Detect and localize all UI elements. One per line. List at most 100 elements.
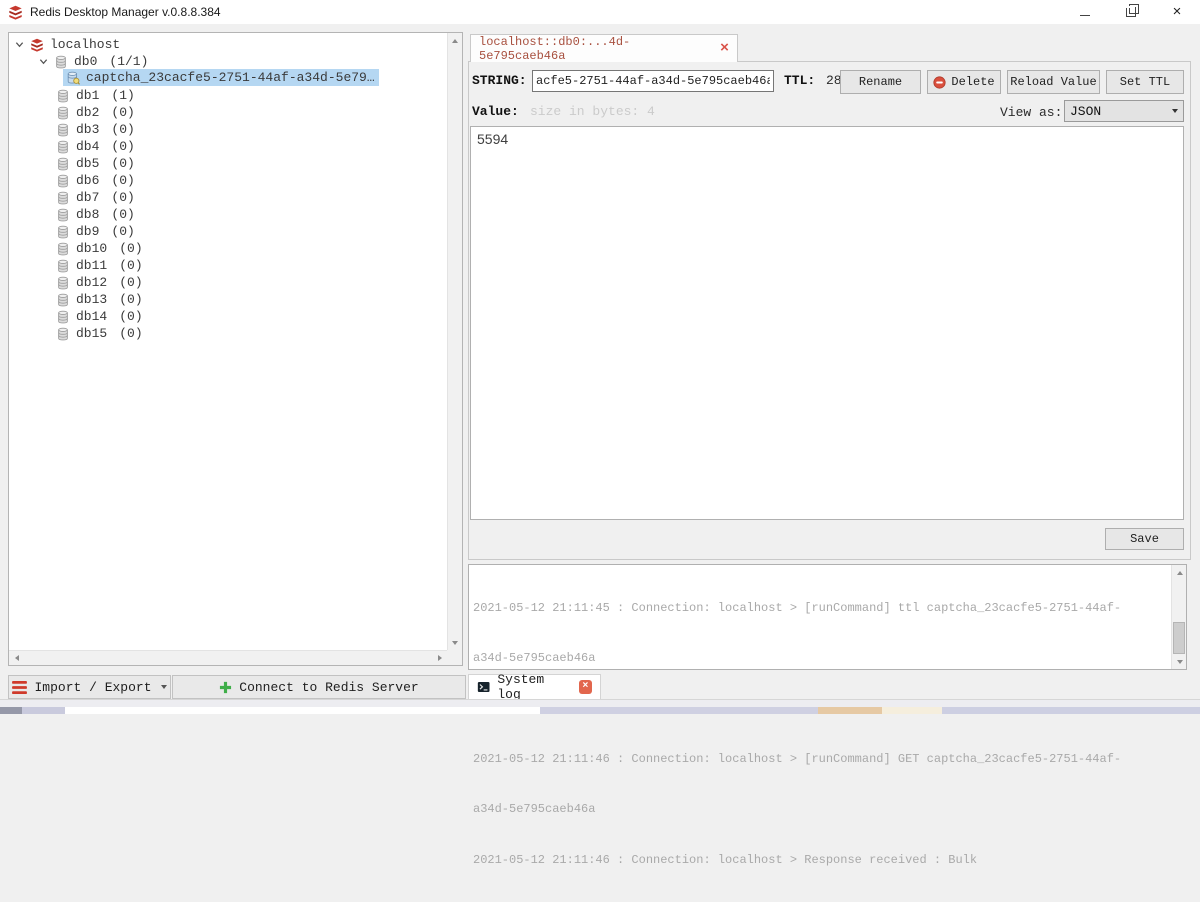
tree-node-db13[interactable]: db13 (0) <box>56 291 143 308</box>
key-type-label: STRING: <box>472 73 527 88</box>
value-label: Value: <box>472 104 519 119</box>
tree-node-label: db6 <box>76 173 100 188</box>
log-line: 2021-05-12 21:11:45 : Connection: localh… <box>473 600 1122 615</box>
view-as-select[interactable]: JSON <box>1064 100 1184 122</box>
key-tab[interactable]: localhost::db0:...4d-5e795caeb46a × <box>470 34 738 63</box>
close-icon: × <box>1172 3 1182 21</box>
tree-node-db9[interactable]: db9 (0) <box>56 223 135 240</box>
redis-server-icon <box>30 38 44 52</box>
restore-button[interactable] <box>1108 0 1154 24</box>
tree-node-label: db4 <box>76 139 100 154</box>
plus-icon <box>219 681 232 694</box>
tree-node-db5[interactable]: db5 (0) <box>56 155 135 172</box>
database-icon <box>56 259 70 273</box>
system-log-tab[interactable]: System log × <box>468 672 601 702</box>
scroll-up-button[interactable] <box>1172 565 1187 580</box>
tree-node-db6[interactable]: db6 (0) <box>56 172 135 189</box>
tree-node-db8[interactable]: db8 (0) <box>56 206 135 223</box>
save-button[interactable]: Save <box>1105 528 1184 550</box>
database-icon <box>56 208 70 222</box>
rename-button[interactable]: Rename <box>840 70 921 94</box>
selected-key-highlight[interactable]: captcha_23cacfe5-2751-44af-a34d-5e79… <box>63 69 379 86</box>
tree-node-db7[interactable]: db7 (0) <box>56 189 135 206</box>
set-ttl-button[interactable]: Set TTL <box>1106 70 1184 94</box>
scroll-down-button[interactable] <box>1172 654 1187 669</box>
tree-node-label: db8 <box>76 207 100 222</box>
window-titlebar: Redis Desktop Manager v.0.8.8.384 × <box>0 0 1200 24</box>
tree-node-count: (0) <box>119 258 143 273</box>
value-content: 5594 <box>477 131 509 147</box>
background-segment <box>0 707 22 714</box>
database-icon <box>56 327 70 341</box>
tree-node-count: (0) <box>119 275 143 290</box>
tree-node-label: db11 <box>76 258 108 273</box>
scroll-up-button[interactable] <box>448 33 463 48</box>
ttl-label: TTL: <box>784 73 816 88</box>
tree-node-localhost[interactable]: localhost <box>15 36 120 53</box>
minimize-button[interactable] <box>1062 0 1108 24</box>
tree-horizontal-scrollbar[interactable] <box>9 650 447 665</box>
connect-label: Connect to Redis Server <box>239 679 419 695</box>
tree-node-label: db7 <box>76 190 100 205</box>
database-icon <box>56 89 70 103</box>
tree-node-selected-key[interactable]: captcha_23cacfe5-2751-44af-a34d-5e79… <box>63 69 379 86</box>
database-icon <box>56 174 70 188</box>
tree-node-db11[interactable]: db11 (0) <box>56 257 143 274</box>
database-icon <box>56 140 70 154</box>
database-icon <box>56 276 70 290</box>
tree-node-db0[interactable]: db0 (1/1) <box>39 53 148 70</box>
log-vertical-scrollbar[interactable] <box>1171 565 1186 669</box>
tab-close-icon[interactable]: × <box>720 41 729 56</box>
tree-node-db14[interactable]: db14 (0) <box>56 308 143 325</box>
reload-value-button[interactable]: Reload Value <box>1007 70 1100 94</box>
scrollbar-thumb[interactable] <box>1173 622 1185 654</box>
delete-button[interactable]: Delete <box>927 70 1001 94</box>
tree-node-count: (0) <box>111 207 135 222</box>
database-icon <box>56 310 70 324</box>
window-title: Redis Desktop Manager v.0.8.8.384 <box>30 5 221 19</box>
redis-logo-icon <box>8 5 23 20</box>
tree-node-count: (0) <box>111 105 135 120</box>
arrow-right-icon <box>437 655 442 661</box>
tree-node-label: db12 <box>76 275 108 290</box>
tree-node-db3[interactable]: db3 (0) <box>56 121 135 138</box>
tree-node-label: localhost <box>50 37 121 52</box>
tree-node-label: db0 <box>74 54 98 69</box>
tree-node-db15[interactable]: db15 (0) <box>56 325 143 342</box>
tree-node-db12[interactable]: db12 (0) <box>56 274 143 291</box>
system-log-tab-label: System log <box>497 672 545 702</box>
view-as-selected-value: JSON <box>1070 103 1102 119</box>
key-tab-title: localhost::db0:...4d-5e795caeb46a <box>479 34 631 63</box>
system-log-close-icon[interactable]: × <box>578 680 593 694</box>
tree-node-count: (0) <box>111 173 135 188</box>
tree-node-db2[interactable]: db2 (0) <box>56 104 135 121</box>
scroll-left-button[interactable] <box>9 651 24 666</box>
rename-button-label: Rename <box>858 75 903 89</box>
chevron-down-icon[interactable] <box>39 57 48 66</box>
tree-node-db4[interactable]: db4 (0) <box>56 138 135 155</box>
tree-node-label: db3 <box>76 122 100 137</box>
value-editor-textarea[interactable]: 5594 <box>470 126 1184 520</box>
close-button[interactable]: × <box>1154 0 1200 24</box>
tree-node-count: (0) <box>111 139 135 154</box>
chevron-down-icon[interactable] <box>15 40 24 49</box>
minimize-icon <box>1080 14 1090 16</box>
key-name-input[interactable] <box>532 70 774 92</box>
system-log-text[interactable]: 2021-05-12 21:11:45 : Connection: localh… <box>473 566 1169 902</box>
key-icon <box>66 71 80 85</box>
background-desktop-strip <box>0 699 1200 707</box>
tree-node-count: (0) <box>119 309 143 324</box>
system-log-panel: 2021-05-12 21:11:45 : Connection: localh… <box>468 564 1187 867</box>
tree-node-label: db13 <box>76 292 108 307</box>
tree-node-db1[interactable]: db1 (1) <box>56 87 135 104</box>
scroll-right-button[interactable] <box>432 651 447 666</box>
database-icon <box>56 225 70 239</box>
tree-node-count: (0) <box>111 190 135 205</box>
delete-button-label: Delete <box>951 75 995 89</box>
database-icon <box>54 55 68 69</box>
import-export-button[interactable]: Import / Export <box>8 675 171 699</box>
scroll-down-button[interactable] <box>448 635 463 650</box>
tree-node-db10[interactable]: db10 (0) <box>56 240 143 257</box>
tree-vertical-scrollbar[interactable] <box>447 33 462 650</box>
connect-to-redis-server-button[interactable]: Connect to Redis Server <box>172 675 466 699</box>
